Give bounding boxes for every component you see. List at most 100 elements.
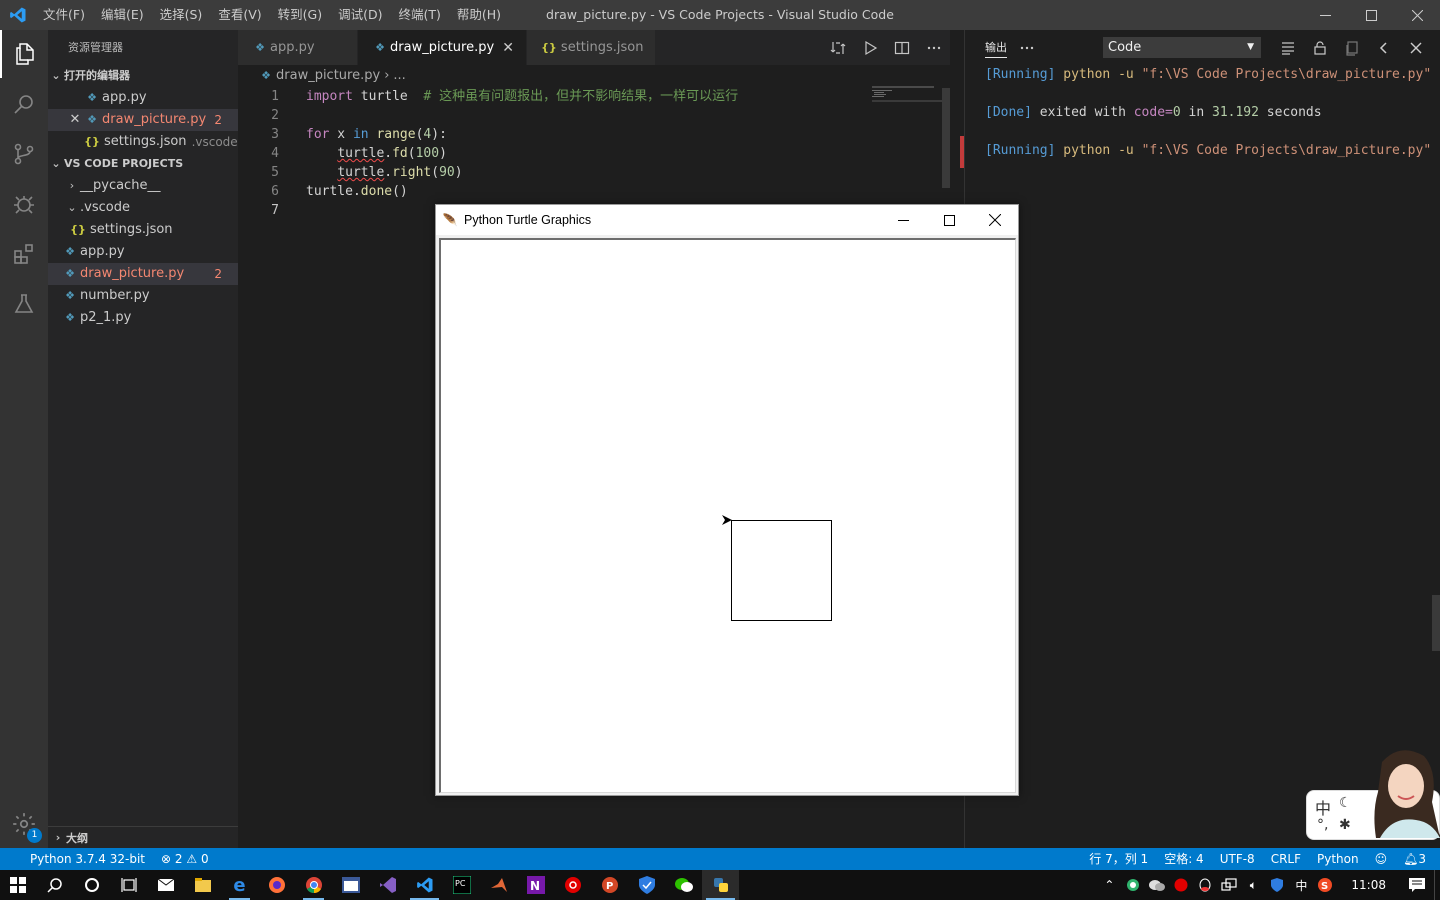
tab-output[interactable]: 输出 [965, 30, 1017, 65]
output-log[interactable]: [Running] python -u "f:\VS Code Projects… [965, 65, 1440, 160]
python-taskbar-icon[interactable] [702, 870, 739, 900]
visual-studio-icon[interactable] [369, 870, 406, 900]
close-tab-icon[interactable]: ✕ [502, 40, 514, 56]
chrome-icon[interactable] [295, 870, 332, 900]
menu-go[interactable]: 转到(G) [270, 0, 330, 30]
wechat-tray-icon[interactable] [1145, 870, 1169, 900]
debug-icon[interactable] [0, 180, 48, 228]
tree-file[interactable]: ❖ app.py [48, 241, 238, 263]
tree-file[interactable]: ❖ number.py [48, 285, 238, 307]
chevron-up-icon[interactable]: ⌃ [1097, 870, 1121, 900]
clear-output-icon[interactable] [1272, 30, 1304, 65]
source-control-icon[interactable] [0, 130, 48, 178]
tray-app-icon[interactable] [1121, 870, 1145, 900]
tree-folder[interactable]: ⌄ .vscode [48, 197, 238, 219]
tab-settings-json[interactable]: {} settings.json [526, 30, 657, 65]
close-icon[interactable]: ✕ [66, 109, 84, 131]
explorer-icon[interactable] [0, 30, 48, 78]
project-header[interactable]: ⌄ VS CODE PROJECTS [48, 153, 238, 175]
run-icon[interactable] [854, 30, 886, 65]
chevron-left-icon[interactable] [1368, 30, 1400, 65]
breadcrumb-symbol[interactable]: ... [393, 65, 405, 87]
app-window-icon[interactable] [332, 870, 369, 900]
file-explorer-icon[interactable] [184, 870, 221, 900]
input-language-indicator[interactable]: 中 [1289, 870, 1313, 900]
maximize-button[interactable] [926, 205, 972, 235]
open-editors-header[interactable]: ⌄ 打开的编辑器 [48, 65, 238, 87]
taskbar-clock[interactable]: 11:08 [1337, 878, 1400, 892]
search-icon[interactable] [36, 870, 73, 900]
windows-start-icon[interactable] [0, 870, 36, 900]
tree-file[interactable]: ❖ draw_picture.py 2 [48, 263, 238, 285]
line-ending[interactable]: CRLF [1263, 848, 1309, 870]
indentation[interactable]: 空格: 4 [1156, 848, 1212, 870]
vscode-taskbar-icon[interactable] [406, 870, 443, 900]
close-window-button[interactable] [972, 205, 1018, 235]
security-tray-icon[interactable] [1265, 870, 1289, 900]
menu-debug[interactable]: 调试(D) [330, 0, 390, 30]
show-desktop-button[interactable] [1434, 870, 1440, 900]
close-panel-icon[interactable] [1400, 30, 1432, 65]
qq-icon[interactable] [1193, 870, 1217, 900]
onenote-icon[interactable]: N [517, 870, 554, 900]
menu-help[interactable]: 帮助(H) [449, 0, 509, 30]
volume-icon[interactable]: 🔈︎ [1241, 870, 1265, 900]
maximize-button[interactable] [1348, 0, 1394, 30]
menu-selection[interactable]: 选择(S) [152, 0, 211, 30]
sogou-ime-icon[interactable]: S [1313, 870, 1337, 900]
close-window-button[interactable] [1394, 0, 1440, 30]
action-center-icon[interactable] [1400, 870, 1434, 900]
tree-folder[interactable]: › __pycache__ [48, 175, 238, 197]
feedback-smiley-icon[interactable]: ☺ [1367, 848, 1396, 870]
panel-scrollbar[interactable] [1432, 595, 1440, 651]
menu-file[interactable]: 文件(F) [35, 0, 93, 30]
powerpoint-icon[interactable]: P [591, 870, 628, 900]
problems-summary[interactable]: ⊗ 2 ⚠ 0 [153, 848, 217, 870]
search-icon[interactable] [0, 80, 48, 128]
minimize-button[interactable] [880, 205, 926, 235]
split-editor-icon[interactable] [886, 30, 918, 65]
turtle-title-bar[interactable]: 🪶 Python Turtle Graphics [436, 205, 1018, 235]
edge-icon[interactable]: e [221, 870, 258, 900]
minimap[interactable] [872, 86, 942, 106]
open-changes-icon[interactable] [822, 30, 854, 65]
output-channel-select[interactable]: Code ▼ [1103, 37, 1261, 58]
menu-terminal[interactable]: 终端(T) [390, 0, 448, 30]
tree-file[interactable]: {} settings.json [48, 219, 238, 241]
cortana-icon[interactable] [73, 870, 110, 900]
menu-view[interactable]: 查看(V) [210, 0, 269, 30]
encoding[interactable]: UTF-8 [1212, 848, 1263, 870]
tab-draw-picture[interactable]: ❖ draw_picture.py ✕ [358, 30, 527, 65]
editor-scrollbar[interactable] [942, 88, 950, 188]
tab-app-py[interactable]: ❖ app.py [238, 30, 358, 65]
extensions-icon[interactable] [0, 230, 48, 278]
more-actions-icon[interactable] [1017, 30, 1037, 65]
notifications[interactable]: 🔔︎ 3 [1395, 848, 1434, 870]
outline-header[interactable]: › 大纲 [48, 826, 238, 848]
menu-edit[interactable]: 编辑(E) [93, 0, 152, 30]
open-editor-item[interactable]: ❖ app.py [48, 87, 238, 109]
minimize-button[interactable] [1302, 0, 1348, 30]
network-icon[interactable] [1217, 870, 1241, 900]
more-actions-icon[interactable] [918, 30, 950, 65]
open-editor-item[interactable]: {} settings.json .vscode [48, 131, 238, 153]
copy-icon[interactable] [1336, 30, 1368, 65]
python-interpreter[interactable]: Python 3.7.4 32-bit [0, 848, 153, 870]
pycharm-icon[interactable]: PC [443, 870, 480, 900]
cursor-position[interactable]: 行 7，列 1 [1081, 848, 1156, 870]
netease-music-icon[interactable] [554, 870, 591, 900]
firefox-icon[interactable] [258, 870, 295, 900]
settings-gear-icon[interactable]: 1 [0, 800, 48, 848]
wechat-icon[interactable] [665, 870, 702, 900]
breadcrumb-file[interactable]: draw_picture.py [276, 65, 380, 87]
language-mode[interactable]: Python [1309, 848, 1367, 870]
tree-file[interactable]: ❖ p2_1.py [48, 307, 238, 329]
lock-icon[interactable] [1304, 30, 1336, 65]
test-flask-icon[interactable] [0, 280, 48, 328]
shield-icon[interactable] [628, 870, 665, 900]
mail-icon[interactable] [147, 870, 184, 900]
code-editor[interactable]: 1 import turtle # 这种虽有问题报出，但并不影响结果，一样可以运… [238, 87, 950, 220]
task-view-icon[interactable] [110, 870, 147, 900]
open-editor-item[interactable]: ✕ ❖ draw_picture.py 2 [48, 109, 238, 131]
turtle-canvas[interactable] [439, 238, 1016, 793]
